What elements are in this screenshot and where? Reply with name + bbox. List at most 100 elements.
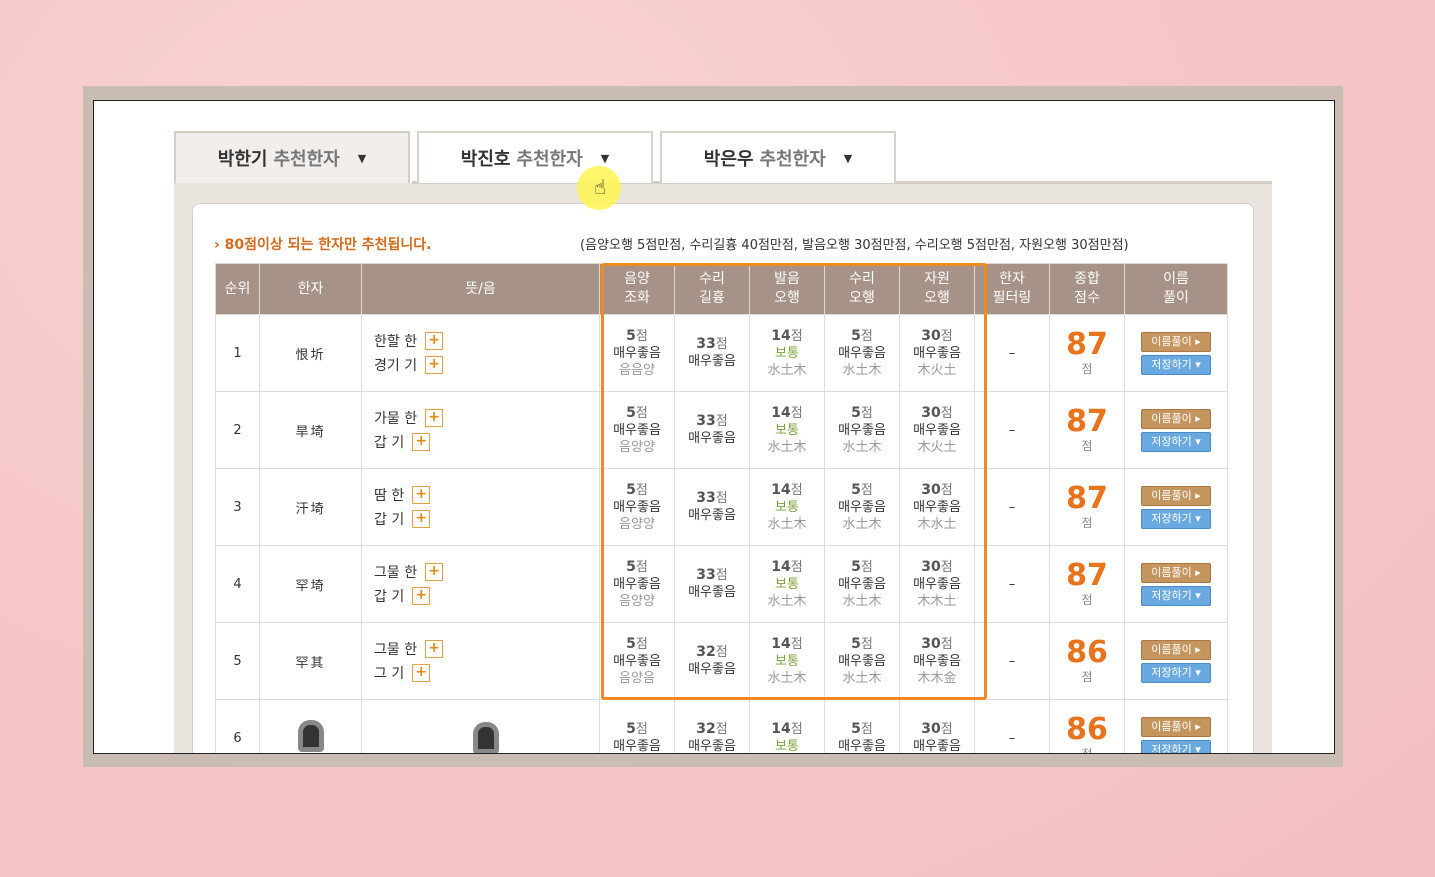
save-button[interactable]: 저장하기 ▾ <box>1141 508 1211 529</box>
rank-cell: 2 <box>215 391 260 469</box>
hanja-cell: 恨圻 <box>259 314 362 392</box>
table-header-row: 순위 한자 뜻/음 음양 조화 수리 길흉 발음 오행 수리 오행 자원 오행 한자 필터링… <box>215 263 1228 315</box>
score-ja: 30점 매우좋음 木木土 <box>899 545 975 623</box>
chevron-down-icon: ▼ <box>843 151 853 165</box>
tab-label: 추천한자 <box>273 149 340 170</box>
score-ba: 14점 보통 水土木 <box>749 391 825 469</box>
score-sr: 33점 매우좋음 <box>674 545 750 623</box>
plus-icon[interactable]: + <box>412 486 431 504</box>
rank-cell: 6 <box>215 699 260 753</box>
score-ja: 30점 매우좋음 木水土 <box>899 468 975 546</box>
score-so: 5점 매우좋음 水土木 <box>824 468 900 546</box>
score-ba: 14점 보통 水土木 <box>749 314 825 392</box>
tab-name-3[interactable]: 박은우 추천한자 ▼ <box>660 131 896 183</box>
score-ja: 30점 매우좋음 木火土 <box>899 314 975 392</box>
col-explain: 이름 풀이 <box>1124 263 1228 315</box>
table-row: 2 旱埼 가물 한 + 갑 기 + 5점 매우좋음 음양양 33점 매우좋음 14점… <box>215 391 1228 469</box>
plus-icon[interactable]: + <box>425 409 444 427</box>
plus-icon[interactable]: + <box>412 433 431 451</box>
save-button[interactable]: 저장하기 ▾ <box>1141 431 1211 452</box>
name-explain-button[interactable]: 이름풀이 ▸ <box>1141 331 1211 352</box>
name-explain-button[interactable]: 이름풀이 ▸ <box>1141 485 1211 506</box>
ranking-table: 순위 한자 뜻/음 음양 조화 수리 길흉 발음 오행 수리 오행 자원 오행 한자 필터링… <box>215 263 1228 753</box>
total-cell: 87 점 <box>1049 545 1125 623</box>
score-sr: 32점 매우좋음 <box>674 699 750 753</box>
score-yy: 5점 매우좋음 음양음 <box>599 622 675 700</box>
col-suri: 수리 길흉 <box>674 263 750 315</box>
table-row: 3 汗埼 땀 한 + 갑 기 + 5점 매우좋음 음양양 33점 매우좋음 14점 … <box>215 468 1228 546</box>
save-button[interactable]: 저장하기 ▾ <box>1141 585 1211 606</box>
score-yy: 5점 매우좋음 음양양 <box>599 391 675 469</box>
name-explain-button[interactable]: 이름풀이 ▸ <box>1141 716 1211 737</box>
total-cell: 86 점 <box>1049 699 1125 753</box>
plus-icon[interactable]: + <box>412 510 431 528</box>
filter-cell: – <box>974 391 1050 469</box>
lock-icon <box>473 722 499 753</box>
meaning-cell: 그물 한 + 갑 기 + <box>361 545 600 623</box>
plus-icon[interactable]: + <box>412 664 431 682</box>
col-filter: 한자 필터링 <box>974 263 1050 315</box>
plus-icon[interactable]: + <box>425 332 444 350</box>
score-ba: 14점 보통 水土木 <box>749 545 825 623</box>
filter-cell: – <box>974 468 1050 546</box>
lock-icon <box>297 720 324 752</box>
plus-icon[interactable]: + <box>425 563 444 581</box>
score-so: 5점 매우좋음 水土木 <box>824 545 900 623</box>
filter-cell: – <box>974 699 1050 753</box>
score-sr: 33점 매우좋음 <box>674 468 750 546</box>
rank-cell: 4 <box>215 545 260 623</box>
col-meaning: 뜻/음 <box>361 263 600 315</box>
tab-label: 추천한자 <box>759 149 826 170</box>
score-yy: 5점 매우좋음 음양양 <box>599 468 675 546</box>
score-so: 5점 매우좋음 水土木 <box>824 314 900 392</box>
save-button[interactable]: 저장하기 ▾ <box>1141 662 1211 683</box>
meaning-cell <box>361 699 600 753</box>
col-suri-oh: 수리 오행 <box>824 263 900 315</box>
total-cell: 87 점 <box>1049 468 1125 546</box>
plus-icon[interactable]: + <box>425 640 444 658</box>
plus-icon[interactable]: + <box>425 356 444 374</box>
rank-cell: 3 <box>215 468 260 546</box>
score-yy: 5점 매우좋음 <box>599 699 675 753</box>
table-row: 4 罕埼 그물 한 + 갑 기 + 5점 매우좋음 음양양 33점 매우좋음 14점… <box>215 545 1228 623</box>
meaning-cell: 그물 한 + 그 기 + <box>361 622 600 700</box>
score-sr: 32점 매우좋음 <box>674 622 750 700</box>
hanja-cell: 旱埼 <box>259 391 362 469</box>
hanja-cell: 罕其 <box>259 622 362 700</box>
name-explain-button[interactable]: 이름풀이 ▸ <box>1141 639 1211 660</box>
plus-icon[interactable]: + <box>412 587 431 605</box>
tab-name: 박은우 <box>703 149 754 170</box>
save-button[interactable]: 저장하기 ▾ <box>1141 354 1211 375</box>
hanja-cell <box>259 699 362 753</box>
score-so: 5점 매우좋음 水土木 <box>824 622 900 700</box>
save-button[interactable]: 저장하기 ▾ <box>1141 739 1211 753</box>
score-yy: 5점 매우좋음 음양양 <box>599 545 675 623</box>
total-cell: 87 점 <box>1049 314 1125 392</box>
meaning-1: 한할 한 <box>374 334 418 350</box>
name-explain-button[interactable]: 이름풀이 ▸ <box>1141 562 1211 583</box>
tab-name-2[interactable]: 박진호 추천한자 ▼ <box>417 131 653 183</box>
rank-cell: 1 <box>215 314 260 392</box>
tab-label: 추천한자 <box>516 149 583 170</box>
meaning-2: 갑 기 <box>374 512 405 528</box>
tab-name-1[interactable]: 박한기 추천한자 ▼ <box>174 131 410 183</box>
filter-cell: – <box>974 622 1050 700</box>
meaning-2: 그 기 <box>374 666 405 682</box>
score-ba: 14점 보통 <box>749 699 825 753</box>
col-jawon: 자원 오행 <box>899 263 975 315</box>
name-explain-button[interactable]: 이름풀이 ▸ <box>1141 408 1211 429</box>
meaning-2: 경기 기 <box>374 358 418 374</box>
score-sr: 33점 매우좋음 <box>674 314 750 392</box>
score-ja: 30점 매우좋음 <box>899 699 975 753</box>
score-ja: 30점 매우좋음 木火土 <box>899 391 975 469</box>
hanja-cell: 罕埼 <box>259 545 362 623</box>
score-so: 5점 매우좋음 <box>824 699 900 753</box>
action-cell: 이름풀이 ▸ 저장하기 ▾ <box>1124 468 1228 546</box>
col-hanja: 한자 <box>259 263 362 315</box>
meaning-1: 그물 한 <box>374 565 418 581</box>
chevron-down-icon: ▼ <box>357 151 367 165</box>
action-cell: 이름풀이 ▸ 저장하기 ▾ <box>1124 314 1228 392</box>
score-so: 5점 매우좋음 水土木 <box>824 391 900 469</box>
chevron-down-icon: ▼ <box>600 151 610 165</box>
col-yinyang: 음양 조화 <box>599 263 675 315</box>
